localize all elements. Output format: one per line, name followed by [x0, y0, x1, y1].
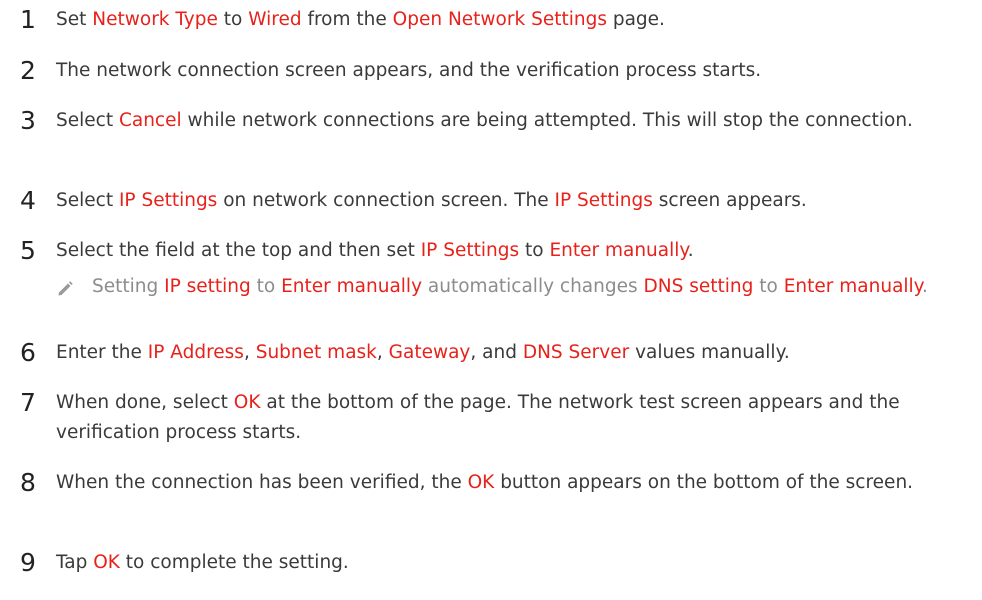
- highlighted-term: DNS Server: [522, 342, 630, 363]
- text-segment: to: [753, 276, 784, 297]
- pencil-icon: [56, 277, 74, 296]
- highlighted-term: IP Settings: [554, 190, 653, 211]
- step-number: 6: [20, 338, 36, 367]
- text-segment: Setting: [92, 276, 165, 297]
- highlighted-term: Enter manually: [281, 276, 423, 297]
- text-segment: on network connection screen. The: [217, 190, 555, 211]
- highlighted-term: OK: [233, 392, 261, 413]
- text-segment: Select: [56, 190, 119, 211]
- text-segment: while network connections are being atte…: [181, 110, 913, 131]
- text-segment: , and: [470, 342, 523, 363]
- text-segment: to: [519, 240, 550, 261]
- highlighted-term: Wired: [248, 9, 302, 30]
- step-text: The network connection screen appears, a…: [56, 56, 952, 86]
- text-segment: button appears on the bottom of the scre…: [494, 472, 914, 493]
- step-number: 5: [20, 236, 36, 265]
- text-segment: screen appears.: [652, 190, 807, 211]
- text-segment: When the connection has been verified, t…: [56, 472, 468, 493]
- instruction-list: 1 Set Network Type to Wired from the Ope…: [0, 0, 982, 600]
- highlighted-term: Open Network Settings: [392, 9, 607, 30]
- highlighted-term: IP Settings: [420, 240, 520, 261]
- text-segment: from the: [301, 9, 393, 30]
- text-segment: The network connection screen appears, a…: [56, 60, 762, 81]
- step-text: Enter the IP Address, Subnet mask, Gatew…: [56, 338, 952, 368]
- text-segment: ,: [376, 342, 389, 363]
- text-segment: Set: [56, 9, 93, 30]
- text-segment: .: [922, 276, 928, 297]
- step-number: 2: [20, 56, 36, 85]
- step-text: Set Network Type to Wired from the Open …: [56, 5, 952, 35]
- step-text: Tap OK to complete the setting.: [56, 548, 952, 578]
- text-segment: page.: [606, 9, 665, 30]
- step-text: Select the field at the top and then set…: [56, 236, 952, 266]
- text-segment: values manually.: [629, 342, 790, 363]
- step-number: 7: [20, 388, 36, 417]
- text-segment: Select the field at the top and then set: [56, 240, 421, 261]
- highlighted-term: Gateway: [388, 342, 471, 363]
- step-text: Select IP Settings on network connection…: [56, 186, 952, 216]
- step-number: 8: [20, 468, 36, 497]
- note-text: Setting IP setting to Enter manually aut…: [92, 272, 952, 302]
- text-segment: .: [687, 240, 694, 261]
- highlighted-term: IP Address: [147, 342, 244, 363]
- text-segment: to: [250, 276, 282, 297]
- step-text: When done, select OK at the bottom of th…: [56, 388, 952, 448]
- text-segment: Enter the: [56, 342, 148, 363]
- text-segment: to: [217, 9, 249, 30]
- highlighted-term: Network Type: [92, 9, 218, 30]
- text-segment: Tap: [56, 552, 94, 573]
- step-number: 4: [20, 186, 36, 215]
- highlighted-term: Enter manually: [783, 276, 922, 297]
- highlighted-term: OK: [467, 472, 495, 493]
- highlighted-term: Cancel: [118, 110, 182, 131]
- step-text: Select Cancel while network connections …: [56, 106, 952, 136]
- highlighted-term: Enter manually: [549, 240, 688, 261]
- highlighted-term: Subnet mask: [255, 342, 377, 363]
- step-number: 3: [20, 106, 36, 135]
- highlighted-term: OK: [93, 552, 120, 573]
- highlighted-term: DNS setting: [643, 276, 754, 297]
- step-number: 1: [20, 5, 36, 34]
- highlighted-term: IP setting: [164, 276, 251, 297]
- text-segment: When done, select: [56, 392, 234, 413]
- step-text: When the connection has been verified, t…: [56, 468, 952, 498]
- text-segment: to complete the setting.: [119, 552, 349, 573]
- step-number: 9: [20, 548, 36, 577]
- text-segment: ,: [243, 342, 256, 363]
- text-segment: Select: [56, 110, 119, 131]
- highlighted-term: IP Settings: [118, 190, 218, 211]
- text-segment: automatically changes: [422, 276, 644, 297]
